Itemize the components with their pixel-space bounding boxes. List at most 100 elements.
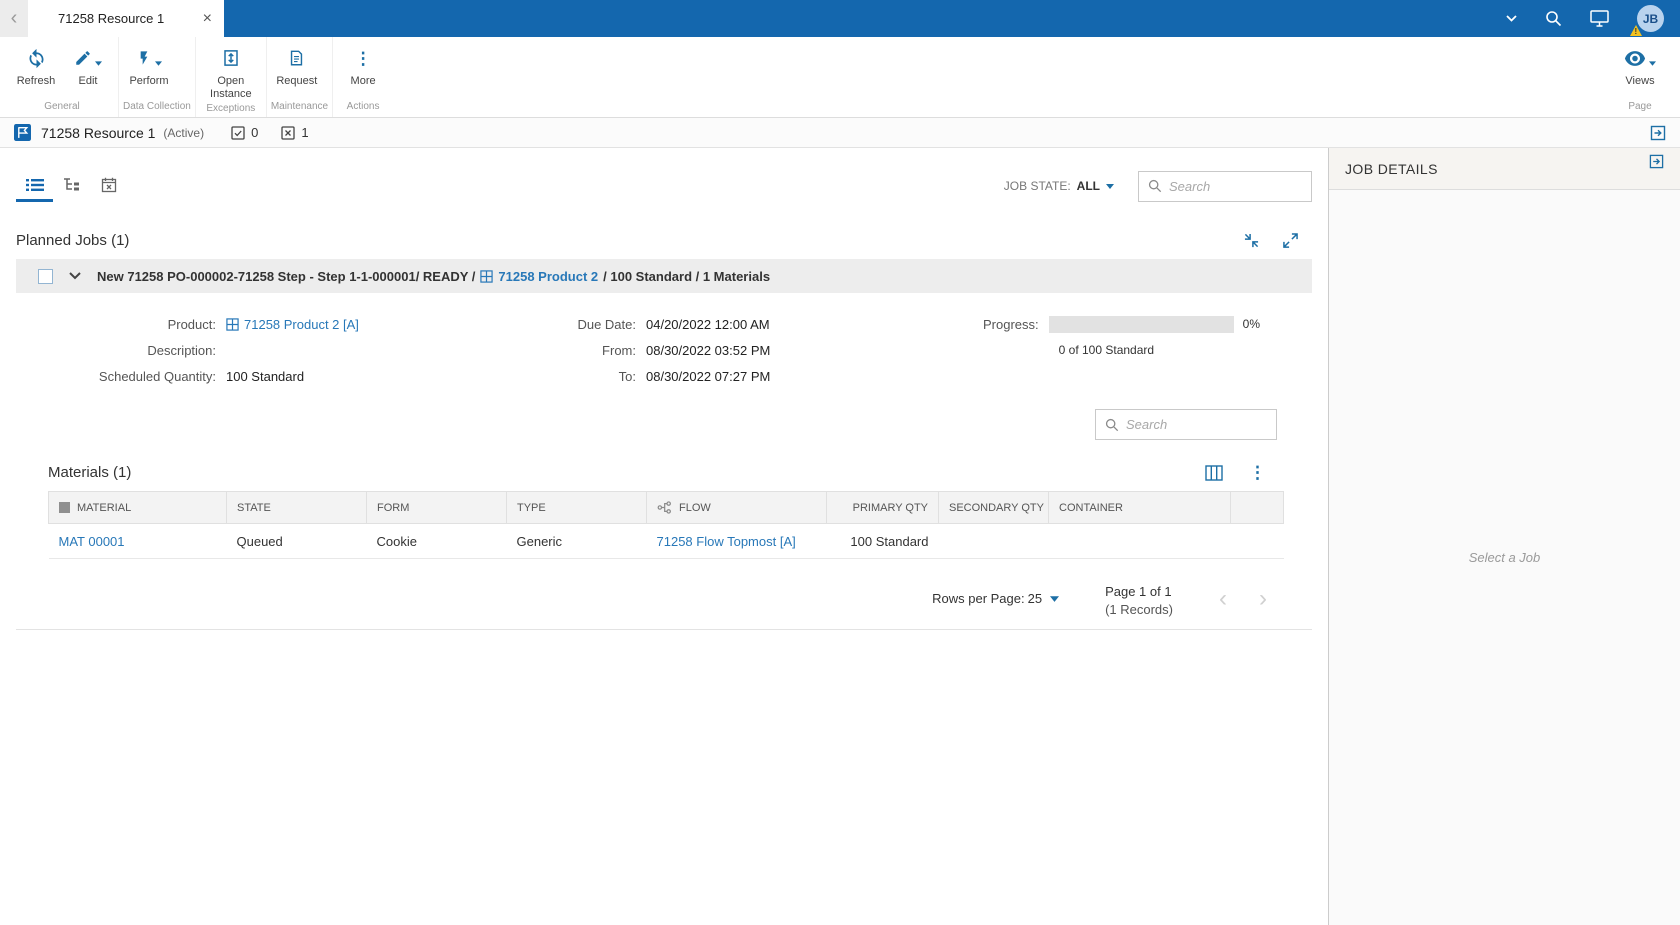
- job-title: New 71258 PO-000002-71258 Step - Step 1-…: [97, 269, 770, 284]
- clipboard-check-icon: [230, 125, 246, 141]
- pencil-icon: [74, 49, 92, 67]
- column-chooser-icon[interactable]: [1205, 464, 1223, 481]
- request-label: Request: [276, 75, 318, 87]
- collapse-panel-icon[interactable]: [1649, 154, 1664, 169]
- avatar[interactable]: JB: [1630, 5, 1664, 36]
- rows-per-page-label: Rows per Page:: [932, 591, 1025, 606]
- open-panel-icon[interactable]: [1650, 125, 1666, 141]
- material-state: Queued: [226, 523, 367, 559]
- toolbar: Refresh Edit General Perform Data Collec…: [0, 37, 1680, 118]
- box-x-icon: [280, 125, 296, 141]
- prev-page-icon[interactable]: ‹: [1219, 587, 1227, 611]
- warning-badge-icon: [1630, 25, 1642, 36]
- scheduled-qty-value: 100 Standard: [226, 368, 305, 384]
- col-secondary-qty[interactable]: SECONDARY QTY: [938, 491, 1049, 524]
- material-link[interactable]: MAT 00001: [59, 534, 125, 549]
- progress-percent: 0%: [1242, 317, 1260, 331]
- expand-all-icon[interactable]: [1283, 233, 1298, 248]
- resource-title: 71258 Resource 1: [41, 124, 156, 141]
- material-form: Cookie: [366, 523, 507, 559]
- more-label: More: [350, 75, 376, 87]
- views-button[interactable]: Views: [1614, 37, 1666, 98]
- resource-flag-icon: [14, 124, 31, 141]
- toolbar-group-label: Page: [1628, 101, 1652, 112]
- edit-button[interactable]: Edit: [62, 37, 114, 98]
- jobs-search-input[interactable]: [1169, 178, 1302, 194]
- material-container: [1048, 523, 1231, 559]
- tab-resource[interactable]: 71258 Resource 1 ×: [28, 0, 224, 37]
- job-details-title: JOB DETAILS: [1345, 160, 1438, 177]
- back-chevron-icon: ‹: [10, 7, 18, 29]
- resource-status: (Active): [163, 125, 205, 140]
- job-title-prefix: New 71258 PO-000002-71258 Step - Step 1-…: [97, 268, 476, 284]
- product-value-link[interactable]: 71258 Product 2 [A]: [244, 317, 359, 332]
- col-form[interactable]: FORM: [366, 491, 507, 524]
- toolbar-group-exceptions: Open Instance Exceptions: [196, 37, 267, 117]
- collapse-all-icon[interactable]: [1244, 233, 1259, 248]
- product-label: Product:: [167, 316, 216, 332]
- chevron-down-icon: [1050, 595, 1060, 602]
- job-checkbox[interactable]: [38, 268, 53, 284]
- search-icon[interactable]: [1545, 10, 1562, 27]
- toolbar-group-page: Views Page: [1610, 37, 1674, 117]
- pagination: Rows per Page: 25 Page 1 of 1 (1 Records…: [16, 583, 1312, 619]
- perform-button[interactable]: Perform: [123, 37, 175, 98]
- material-flow-link[interactable]: 71258 Flow Topmost [A]: [657, 534, 796, 549]
- product-icon: [226, 317, 239, 331]
- description-label: Description:: [147, 342, 216, 358]
- toolbar-group-label: Maintenance: [270, 101, 329, 112]
- job-product-link[interactable]: 71258 Product 2: [498, 269, 598, 284]
- col-flow[interactable]: FLOW: [646, 491, 827, 524]
- request-document-icon: [288, 46, 305, 70]
- records-info: (1 Records): [1105, 602, 1173, 617]
- rows-per-page-select[interactable]: Rows per Page: 25: [932, 591, 1060, 606]
- next-page-icon[interactable]: ›: [1259, 587, 1267, 611]
- chevron-down-icon[interactable]: [69, 272, 81, 280]
- toolbar-group-label: Exceptions: [206, 103, 256, 115]
- to-value: 08/30/2022 07:27 PM: [646, 368, 771, 384]
- more-button[interactable]: ⋮ More: [337, 37, 389, 98]
- lightning-icon: [136, 48, 152, 68]
- job-state-value: ALL: [1076, 179, 1100, 193]
- list-view-toggle[interactable]: [16, 170, 53, 202]
- materials-more-icon[interactable]: ⋮: [1249, 464, 1266, 481]
- col-material[interactable]: MATERIAL: [48, 491, 227, 524]
- refresh-label: Refresh: [16, 75, 56, 87]
- job-row-header[interactable]: New 71258 PO-000002-71258 Step - Step 1-…: [16, 259, 1312, 293]
- from-value: 08/30/2022 03:52 PM: [646, 342, 771, 358]
- col-primary-qty[interactable]: PRIMARY QTY: [826, 491, 939, 524]
- col-extra: [1230, 491, 1284, 524]
- jobs-search: [1138, 170, 1312, 202]
- job-state-filter[interactable]: JOB STATE: ALL: [1004, 179, 1114, 193]
- back-button[interactable]: ‹: [0, 0, 28, 37]
- job-title-suffix: / 100 Standard / 1 Materials: [603, 268, 771, 284]
- refresh-button[interactable]: Refresh: [10, 37, 62, 98]
- scheduled-qty-label: Scheduled Quantity:: [98, 368, 216, 384]
- task-check-count[interactable]: 0: [230, 125, 258, 141]
- request-button[interactable]: Request: [271, 37, 323, 98]
- open-instance-button[interactable]: Open Instance: [200, 37, 262, 100]
- tab-close-icon[interactable]: ×: [203, 10, 212, 27]
- col-type[interactable]: TYPE: [506, 491, 647, 524]
- col-state[interactable]: STATE: [226, 491, 367, 524]
- calendar-view-toggle[interactable]: [90, 170, 127, 202]
- views-label: Views: [1625, 75, 1655, 87]
- material-row[interactable]: MAT 00001 Queued Cookie Generic 71258 Fl…: [48, 523, 1284, 559]
- job-state-label: JOB STATE:: [1003, 179, 1071, 193]
- rows-per-page-value: 25: [1027, 591, 1043, 606]
- task-x-count[interactable]: 1: [280, 125, 309, 141]
- materials-search: [1095, 409, 1277, 440]
- job-details-panel: JOB DETAILS Select a Job: [1328, 148, 1680, 925]
- col-container[interactable]: CONTAINER: [1048, 491, 1231, 524]
- topbar-actions: JB: [1506, 0, 1680, 37]
- planned-jobs-title: Planned Jobs (1): [16, 232, 130, 249]
- hierarchy-view-toggle[interactable]: [53, 170, 90, 202]
- material-primary-qty: 100 Standard: [826, 523, 939, 559]
- tab-list-chevron-icon[interactable]: [1506, 15, 1517, 22]
- search-icon: [1148, 179, 1162, 193]
- progress-label: Progress:: [983, 316, 1039, 332]
- materials-header-row: MATERIAL STATE FORM TYPE FLOW PRIMARY QT…: [48, 491, 1284, 524]
- materials-search-input[interactable]: [1126, 417, 1267, 432]
- monitor-icon[interactable]: [1590, 10, 1609, 27]
- select-all-square-icon[interactable]: [59, 502, 70, 513]
